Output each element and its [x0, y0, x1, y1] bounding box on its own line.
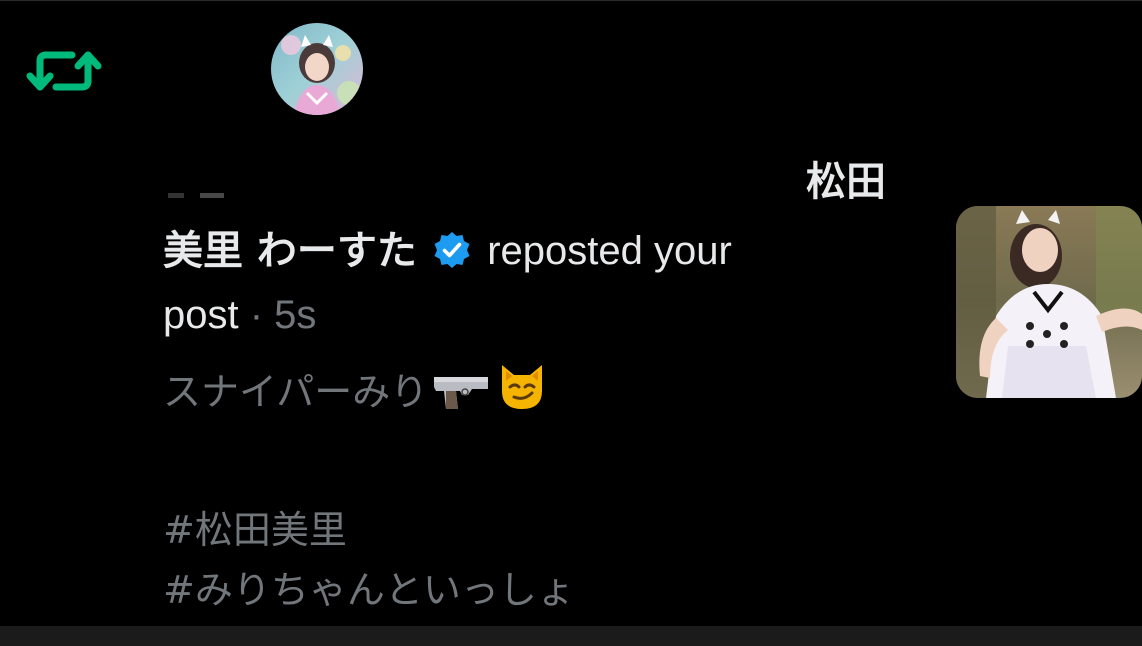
- post-body[interactable]: スナイパーみり #松田美里 #みりちゃんといっしょ: [163, 359, 803, 623]
- post-thumbnail[interactable]: [956, 206, 1142, 398]
- action-text: reposted your: [487, 229, 732, 273]
- separator: ·: [238, 293, 275, 337]
- smirking-cat-emoji: [496, 361, 548, 433]
- cropped-text-fragment: [168, 193, 248, 198]
- bottom-bar: [0, 626, 1142, 646]
- pistol-emoji: [432, 367, 492, 433]
- hashtag-link[interactable]: #みりちゃんといっしょ: [163, 557, 803, 623]
- user-avatar[interactable]: [271, 23, 363, 115]
- repost-icon: [26, 43, 102, 99]
- overlay-name: 松田: [806, 159, 886, 205]
- timestamp: 5s: [274, 293, 317, 337]
- hashtag-link[interactable]: #松田美里: [163, 497, 803, 563]
- notification-text: 美里 わーすた reposted your post · 5s: [163, 219, 823, 347]
- action-text-2: post: [163, 293, 239, 337]
- post-line-1: スナイパーみり: [163, 359, 803, 433]
- user-name-link[interactable]: 美里 わーすた: [163, 228, 417, 274]
- post-blank-line: [163, 433, 803, 497]
- notification-panel: 松田 美里 わーすた reposted your post · 5s スナイパー…: [0, 0, 1142, 646]
- verified-badge-icon: [432, 225, 472, 268]
- post-text: スナイパーみり: [163, 370, 429, 414]
